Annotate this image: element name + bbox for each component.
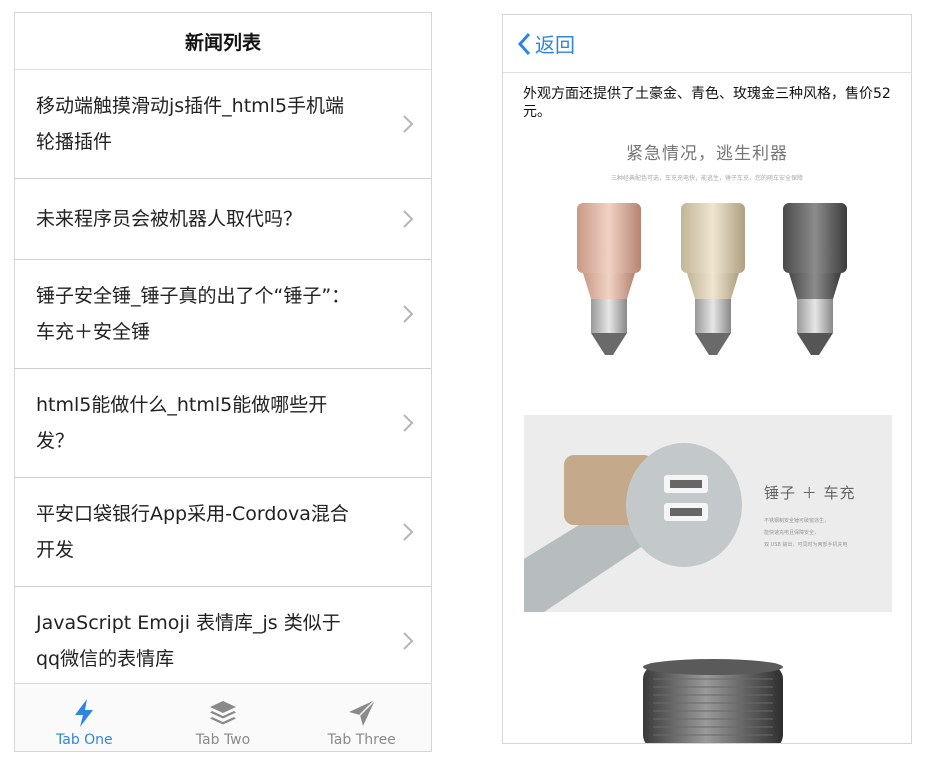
tab-three[interactable]: Tab Three [292, 684, 431, 751]
tab-two[interactable]: Tab Two [154, 684, 293, 751]
article-body: 外观方面还提供了土豪金、青色、玫瑰金三种风格，售价52元。 紧急情况，逃生利器 … [503, 73, 911, 743]
list-item[interactable]: 锤子安全锤_锤子真的出了个“锤子”： 车充＋安全锤 [15, 260, 431, 369]
product-image-colors: 紧急情况，逃生利器 三种经典配色可选，车充充电快，能逃生，锤子车充，您的随车安全… [503, 121, 911, 421]
list-item[interactable]: JavaScript Emoji 表情库_js 类似于 qq微信的表情库 [15, 587, 431, 683]
chevron-right-icon [403, 414, 414, 432]
product-image-hammer: 锤子 ＋ 车充 不锈钢制安全锤可破窗逃生， 能快速充电且保障安全， 双 USB … [524, 415, 892, 612]
send-icon [348, 699, 376, 726]
list-item[interactable]: 未来程序员会被机器人取代吗？ [15, 179, 431, 260]
hammer-charger-illustration [524, 415, 892, 612]
tab-label: Tab One [56, 732, 113, 748]
list-item-title-line1: 移动端触摸滑动js插件_html5手机端 [36, 95, 345, 117]
nav-bar: 新闻列表 [15, 13, 431, 70]
lightning-icon [75, 699, 94, 727]
list-item-title-line1: 锤子安全锤_锤子真的出了个“锤子”： [36, 285, 351, 307]
list-item-title-line1: 未来程序员会被机器人取代吗？ [36, 208, 303, 230]
list-item-title-line2: 发？ [36, 430, 75, 452]
list-item-title-line1: html5能做什么_html5能做哪些开 [36, 394, 328, 416]
back-label: 返回 [535, 33, 575, 57]
product-image-closeup [643, 659, 783, 743]
promo-subline: 三种经典配色可选，车充充电快，能逃生，锤子车充，您的随车安全保障 [610, 175, 803, 182]
list-item-title-line2: qq微信的表情库 [36, 648, 175, 670]
car-charger-illustration [577, 203, 847, 355]
article-intro: 外观方面还提供了土豪金、青色、玫瑰金三种风格，售价52元。 [523, 86, 891, 120]
list-item-title-line1: 平安口袋银行App采用-Cordova混合 [36, 503, 349, 525]
promo-headline: 紧急情况，逃生利器 [626, 144, 788, 164]
chevron-right-icon [403, 632, 414, 650]
charger-closeup-illustration [643, 659, 783, 743]
chevron-right-icon [403, 210, 414, 228]
tab-label: Tab Two [195, 732, 251, 748]
list-item-title-line2: 开发 [36, 539, 75, 561]
promo-desc-line: 双 USB 输出，可同时为两部手机充电 [764, 542, 848, 548]
chevron-right-icon [403, 305, 414, 323]
nav-bar: 返回 [503, 15, 911, 73]
chevron-left-icon [517, 32, 531, 55]
promo-desc-line: 能快速充电且保障安全， [764, 530, 820, 536]
promo-title: 锤子 ＋ 车充 [764, 484, 856, 502]
tab-one[interactable]: Tab One [15, 684, 154, 751]
chevron-right-icon [403, 115, 414, 133]
chevron-right-icon [403, 523, 414, 541]
tab-label: Tab Three [327, 732, 396, 748]
promo-desc-line: 不锈钢制安全锤可破窗逃生， [764, 518, 830, 524]
layers-icon [210, 701, 236, 725]
back-button[interactable]: 返回 [517, 29, 575, 58]
list-item-title-line2: 轮播插件 [36, 131, 113, 153]
list-item[interactable]: html5能做什么_html5能做哪些开 发？ [15, 369, 431, 478]
list-item[interactable]: 移动端触摸滑动js插件_html5手机端 轮播插件 [15, 70, 431, 179]
list-item-title-line2: 车充＋安全锤 [36, 321, 151, 343]
list-item-title-line1: JavaScript Emoji 表情库_js 类似于 [36, 612, 341, 634]
tab-bar: Tab One Tab Two Tab Three [15, 683, 431, 751]
article-detail-screen: 返回 外观方面还提供了土豪金、青色、玫瑰金三种风格，售价52元。 紧急情况，逃生… [502, 14, 912, 744]
promo-description: 不锈钢制安全锤可破窗逃生， 能快速充电且保障安全， 双 USB 输出，可同时为两… [764, 515, 874, 551]
news-list-screen: 新闻列表 移动端触摸滑动js插件_html5手机端 轮播插件 未来程序员会被机器… [14, 12, 432, 752]
news-list: 移动端触摸滑动js插件_html5手机端 轮播插件 未来程序员会被机器人取代吗？… [15, 70, 431, 683]
page-title: 新闻列表 [184, 31, 261, 54]
list-item[interactable]: 平安口袋银行App采用-Cordova混合 开发 [15, 478, 431, 587]
